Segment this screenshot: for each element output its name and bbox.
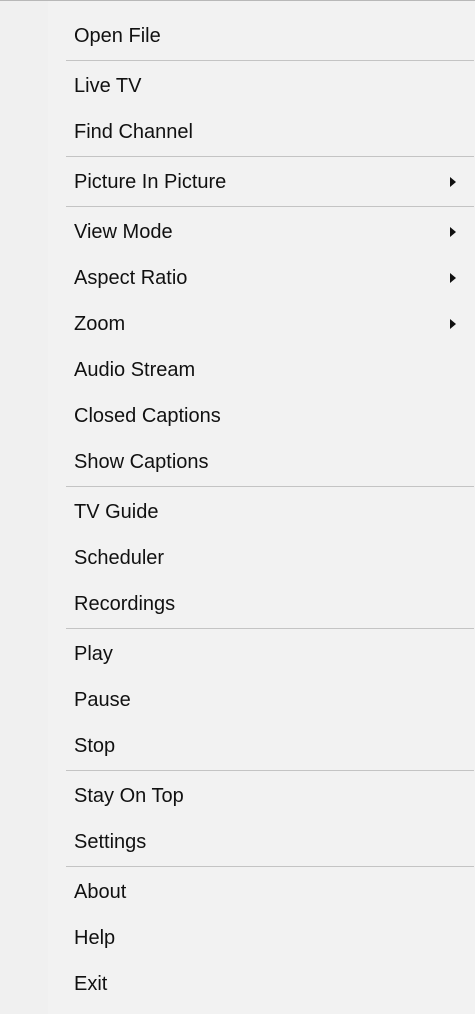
- menu-item-play[interactable]: Play: [0, 631, 475, 677]
- menu-separator: [66, 60, 474, 61]
- menu-separator: [66, 770, 474, 771]
- menu-item-label: Live TV: [74, 75, 142, 97]
- menu-item-audio-stream[interactable]: Audio Stream: [0, 347, 475, 393]
- menu-item-label: Show Captions: [74, 451, 209, 473]
- menu-item-closed-captions[interactable]: Closed Captions: [0, 393, 475, 439]
- menu-item-label: Picture In Picture: [74, 171, 227, 193]
- menu-item-about[interactable]: About: [0, 869, 475, 915]
- menu-item-tv-guide[interactable]: TV Guide: [0, 489, 475, 535]
- chevron-right-icon: [450, 227, 456, 237]
- menu-item-label: Closed Captions: [74, 405, 221, 427]
- menu-item-label: Exit: [74, 973, 108, 995]
- menu-separator: [66, 206, 474, 207]
- menu-item-find-channel[interactable]: Find Channel: [0, 109, 475, 155]
- menu-item-label: Stay On Top: [74, 785, 184, 807]
- menu-item-label: About: [74, 881, 127, 903]
- menu-item-label: Zoom: [74, 313, 126, 335]
- menu-item-label: Audio Stream: [74, 359, 196, 381]
- menu-item-label: Aspect Ratio: [74, 267, 188, 289]
- context-menu: Open File Live TV Find Channel Picture In P…: [0, 0, 475, 1014]
- menu-item-label: Help: [74, 927, 116, 949]
- menu-item-stay-on-top[interactable]: Stay On Top: [0, 773, 475, 819]
- menu-item-label: Stop: [74, 735, 116, 757]
- menu-item-settings[interactable]: Settings: [0, 819, 475, 865]
- menu-item-live-tv[interactable]: Live TV: [0, 63, 475, 109]
- menu-item-label: Open File: [74, 25, 161, 47]
- menu-item-label: Scheduler: [74, 547, 165, 569]
- chevron-right-icon: [450, 319, 456, 329]
- menu-separator: [66, 628, 474, 629]
- chevron-right-icon: [450, 273, 456, 283]
- menu-items: Open File Live TV Find Channel Picture In P…: [0, 13, 475, 1007]
- menu-item-stop[interactable]: Stop: [0, 723, 475, 769]
- menu-item-recordings[interactable]: Recordings: [0, 581, 475, 627]
- menu-item-zoom[interactable]: Zoom: [0, 301, 475, 347]
- menu-item-label: Play: [74, 643, 113, 665]
- menu-separator: [66, 866, 474, 867]
- menu-item-label: Find Channel: [74, 121, 193, 143]
- menu-item-exit[interactable]: Exit: [0, 961, 475, 1007]
- menu-separator: [66, 486, 474, 487]
- menu-item-label: Pause: [74, 689, 131, 711]
- menu-item-pause[interactable]: Pause: [0, 677, 475, 723]
- menu-separator: [66, 156, 474, 157]
- menu-item-scheduler[interactable]: Scheduler: [0, 535, 475, 581]
- chevron-right-icon: [450, 177, 456, 187]
- menu-item-label: Recordings: [74, 593, 176, 615]
- menu-item-view-mode[interactable]: View Mode: [0, 209, 475, 255]
- menu-item-picture-in-picture[interactable]: Picture In Picture: [0, 159, 475, 205]
- menu-item-open-file[interactable]: Open File: [0, 13, 475, 59]
- menu-item-label: Settings: [74, 831, 147, 853]
- menu-item-help[interactable]: Help: [0, 915, 475, 961]
- menu-item-label: TV Guide: [74, 501, 159, 523]
- menu-item-label: View Mode: [74, 221, 173, 243]
- menu-item-show-captions[interactable]: Show Captions: [0, 439, 475, 485]
- menu-item-aspect-ratio[interactable]: Aspect Ratio: [0, 255, 475, 301]
